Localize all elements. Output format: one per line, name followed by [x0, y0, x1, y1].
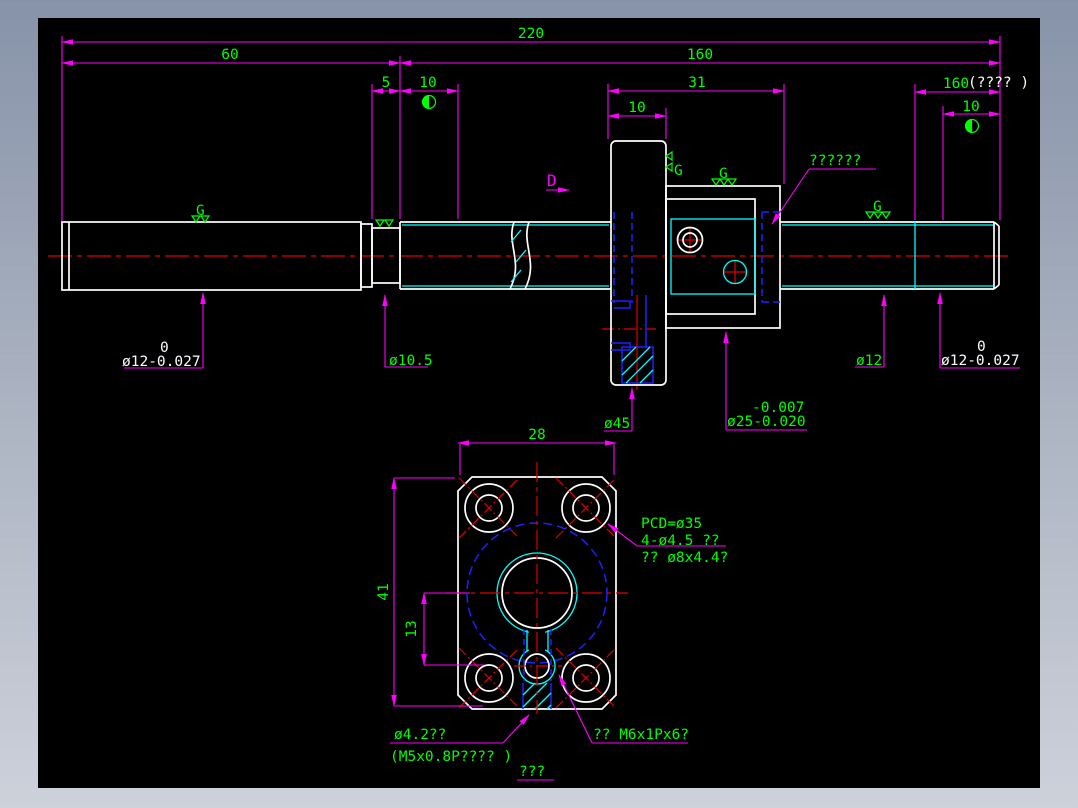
dim-front-width: 28 — [528, 427, 545, 443]
section-label: ??? — [519, 764, 545, 780]
dim-groove: 5 — [382, 75, 391, 91]
flange-front-view — [446, 462, 628, 714]
dim-flange-width: 10 — [628, 100, 645, 116]
front-view-labels: 28 41 13 PCD=ø35 4-ø4.5 ?? ?? ø8x4.4? ø4… — [376, 427, 728, 780]
tap-spec-label: (M5x0.8P???? ) — [390, 749, 512, 765]
dimension-lines — [61, 36, 1001, 221]
half-circle-icon — [422, 95, 429, 109]
dim-right-section: 160 — [687, 47, 713, 63]
view-direction-label: D — [547, 171, 557, 190]
view-direction-arrow: D — [546, 171, 570, 193]
left-dia-label: ø12-0.027 — [122, 354, 201, 370]
dim-front-height: 41 — [376, 583, 392, 600]
dim-overall: 220 — [518, 26, 544, 42]
flange-od-label: ø45 — [604, 416, 630, 432]
cad-drawing: G G G G D 220 60 160 5 10 31 10 160 (???… — [48, 26, 1029, 781]
right-end-dia-label: ø12-0.027 — [941, 353, 1020, 369]
thread-note: (???? ) — [968, 75, 1029, 91]
bolt-holes-label: 4-ø4.5 ?? — [641, 533, 720, 549]
side-view-labels: 220 60 160 5 10 31 10 160 (???? ) 10 ???… — [122, 26, 1029, 432]
dim-left-journal: 60 — [221, 47, 238, 63]
finish-letter: G — [674, 163, 683, 179]
neck-dia-label: ø10.5 — [389, 353, 433, 369]
dim-thread-length: 160 — [943, 76, 969, 92]
viewer-frame: G G G G D 220 60 160 5 10 31 10 160 (???… — [0, 0, 1078, 808]
pcd-label: PCD=ø35 — [641, 516, 702, 532]
leader-lines — [124, 168, 1020, 432]
dim-nut-width: 31 — [688, 75, 705, 91]
right-dia-label: ø12 — [856, 353, 882, 369]
half-circle-icon — [965, 119, 972, 133]
nut-note: ?????? — [809, 153, 861, 169]
side-tap-label: ?? M6x1Px6? — [593, 727, 689, 743]
counterbore-label: ?? ø8x4.4? — [641, 550, 728, 566]
tap-dia-label: ø4.2?? — [394, 727, 446, 743]
dim-left-land: 10 — [419, 75, 436, 91]
nut-od-label: ø25-0.020 — [727, 414, 806, 430]
dim-end-land: 10 — [962, 99, 979, 115]
dim-hole-offset: 13 — [404, 620, 420, 637]
